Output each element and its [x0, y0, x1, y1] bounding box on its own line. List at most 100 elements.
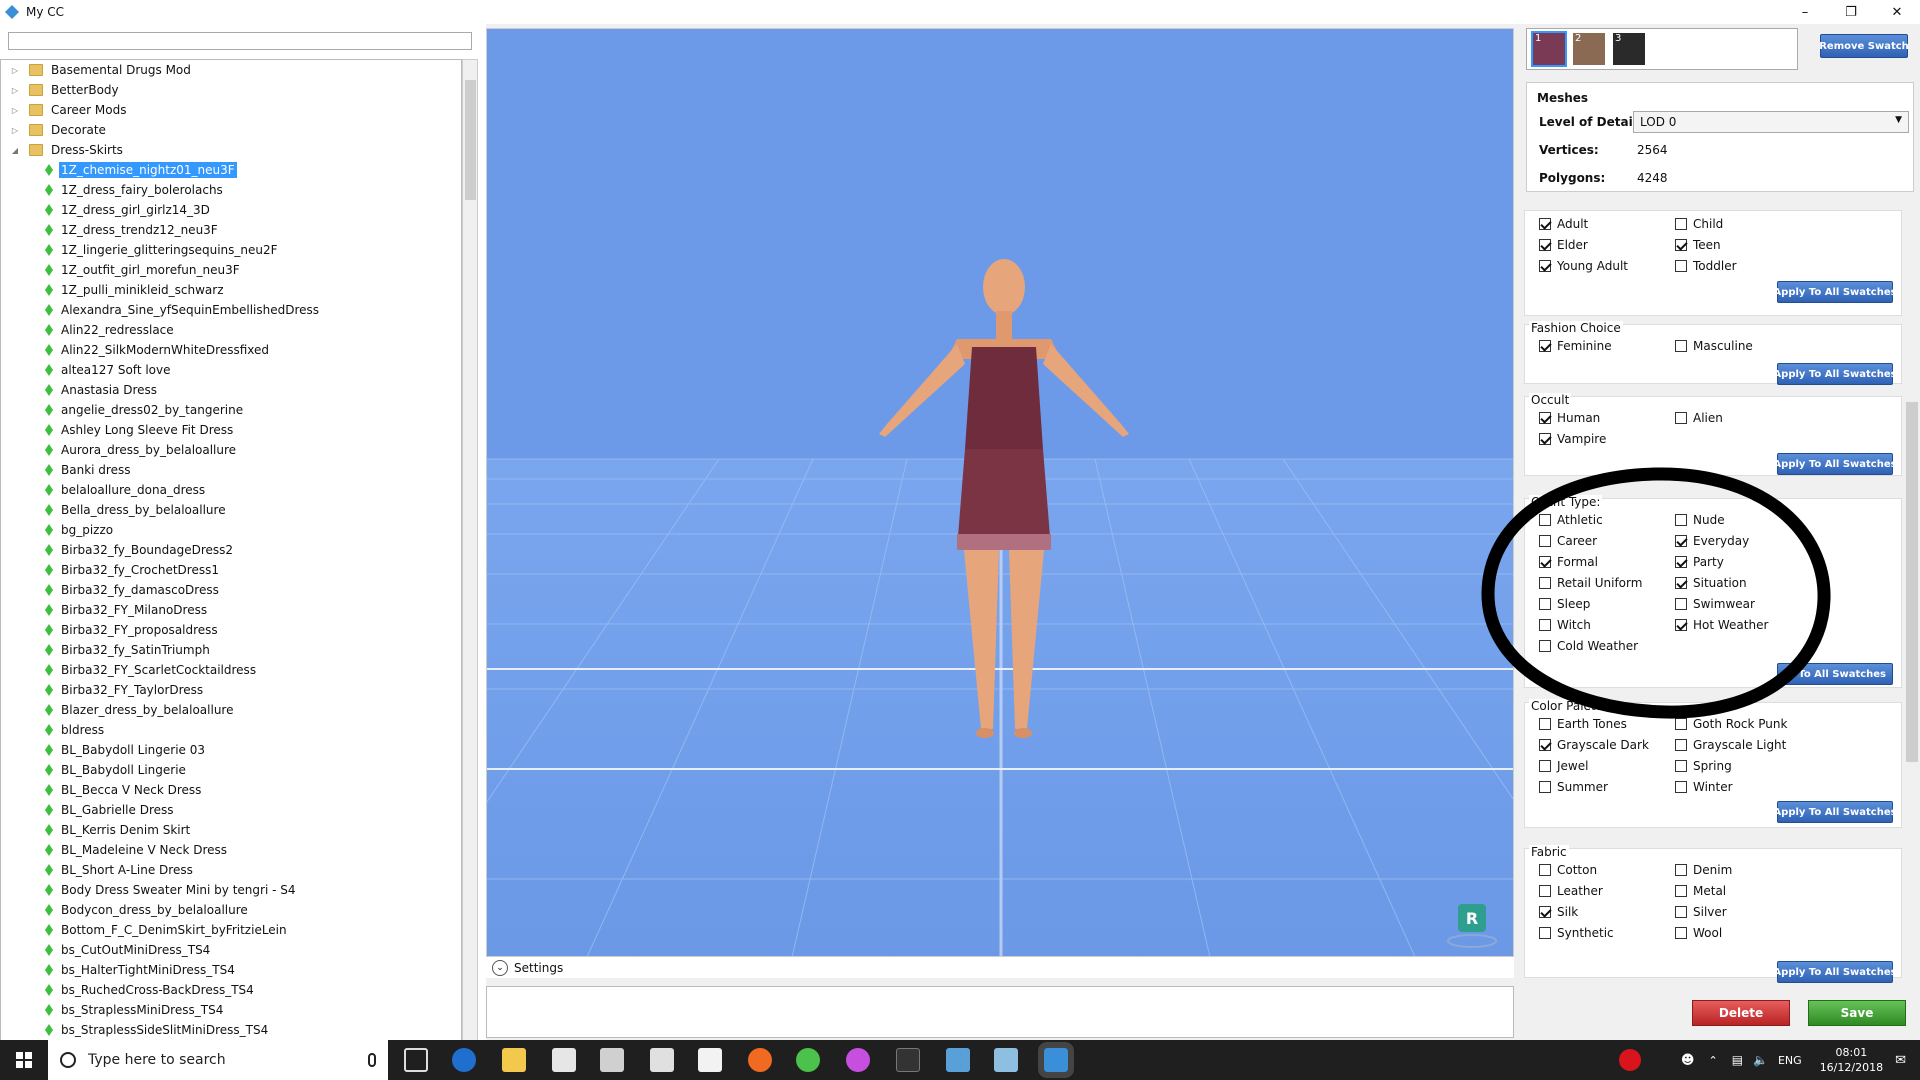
store-icon[interactable]	[552, 1048, 576, 1072]
tree-file[interactable]: BL_Gabrielle Dress	[1, 800, 461, 820]
clock[interactable]: 08:01 16/12/2018	[1820, 1045, 1883, 1075]
settings-bar[interactable]: ⌄ Settings	[486, 956, 1514, 978]
tree-file[interactable]: BL_Kerris Denim Skirt	[1, 820, 461, 840]
fabric-checkbox[interactable]: Metal	[1675, 884, 1726, 898]
palette-checkbox[interactable]: Summer	[1539, 780, 1608, 794]
people-icon[interactable]: ☻	[1681, 1053, 1695, 1068]
collapsed-arrow-icon[interactable]: ▷	[9, 66, 21, 75]
tree-file[interactable]: angelie_dress02_by_tangerine	[1, 400, 461, 420]
checkbox-icon[interactable]	[1675, 906, 1687, 918]
language-indicator[interactable]: ENG	[1778, 1054, 1802, 1067]
scroll-thumb[interactable]	[1906, 402, 1918, 762]
save-button[interactable]: Save	[1808, 1000, 1906, 1026]
fashion-checkbox[interactable]: Feminine	[1539, 339, 1612, 353]
tree-folder[interactable]: ▷ Decorate	[1, 120, 461, 140]
my-cc-app-icon[interactable]	[1038, 1042, 1074, 1078]
tree-file[interactable]: Birba32_fy_damascoDress	[1, 580, 461, 600]
scroll-thumb[interactable]	[465, 80, 476, 200]
apply-to-all-swatches-button[interactable]: Apply To All Swatches	[1773, 281, 1897, 303]
tree-file[interactable]: bs_CutOutMiniDress_TS4	[1, 940, 461, 960]
tree-file[interactable]: BL_Short A-Line Dress	[1, 860, 461, 880]
minimize-icon[interactable]: –	[1782, 0, 1828, 24]
mail-icon[interactable]	[698, 1048, 722, 1072]
apply-to-all-swatches-button[interactable]: Apply To All Swatches	[1773, 801, 1897, 823]
checkbox-icon[interactable]	[1539, 340, 1551, 352]
tree-file[interactable]: 1Z_dress_fairy_bolerolachs	[1, 180, 461, 200]
chevron-down-icon[interactable]: ⌄	[492, 959, 508, 976]
network-icon[interactable]: ▤	[1732, 1053, 1743, 1067]
tree-file[interactable]: BL_Babydoll Lingerie	[1, 760, 461, 780]
checkbox-icon[interactable]	[1675, 260, 1687, 272]
sims-studio-icon[interactable]	[896, 1048, 920, 1072]
tree-file[interactable]: Aurora_dress_by_belaloallure	[1, 440, 461, 460]
palette-checkbox[interactable]: Grayscale Dark	[1539, 738, 1649, 752]
fabric-checkbox[interactable]: Wool	[1675, 926, 1722, 940]
tree-file[interactable]: BL_Becca V Neck Dress	[1, 780, 461, 800]
age-checkbox[interactable]: Adult	[1539, 217, 1588, 231]
apply-to-all-swatches-button[interactable]: Apply To All Swatches	[1773, 363, 1897, 385]
fabric-checkbox[interactable]: Silk	[1539, 905, 1578, 919]
tree-file[interactable]: bs_StraplessSideSlitMiniDress_TS4	[1, 1020, 461, 1040]
tree-file[interactable]: Body Dress Sweater Mini by tengri - S4	[1, 880, 461, 900]
checkbox-icon[interactable]	[1539, 906, 1551, 918]
tree-file[interactable]: Birba32_FY_TaylorDress	[1, 680, 461, 700]
collapsed-arrow-icon[interactable]: ▷	[9, 106, 21, 115]
fabric-checkbox[interactable]: Synthetic	[1539, 926, 1614, 940]
checkbox-icon[interactable]	[1675, 739, 1687, 751]
occult-checkbox[interactable]: Vampire	[1539, 432, 1606, 446]
checkbox-icon[interactable]	[1675, 885, 1687, 897]
fabric-checkbox[interactable]: Leather	[1539, 884, 1603, 898]
checkbox-icon[interactable]	[1675, 760, 1687, 772]
tree-folder[interactable]: ▷ Career Mods	[1, 100, 461, 120]
checkbox-icon[interactable]	[1539, 239, 1551, 251]
checkbox-icon[interactable]	[1675, 864, 1687, 876]
collapsed-arrow-icon[interactable]: ▷	[9, 86, 21, 95]
checkbox-icon[interactable]	[1675, 340, 1687, 352]
checkbox-icon[interactable]	[1539, 927, 1551, 939]
origin-icon[interactable]	[748, 1048, 772, 1072]
checkbox-icon[interactable]	[1539, 739, 1551, 751]
tree-file[interactable]: Alexandra_Sine_yfSequinEmbellishedDress	[1, 300, 461, 320]
tree-file[interactable]: bs_StraplessMiniDress_TS4	[1, 1000, 461, 1020]
tree-folder[interactable]: ◢ Dress-Skirts	[1, 140, 461, 160]
fabric-checkbox[interactable]: Cotton	[1539, 863, 1597, 877]
checkbox-icon[interactable]	[1539, 885, 1551, 897]
properties-scrollbar[interactable]	[1904, 202, 1920, 1022]
notepad-icon[interactable]	[994, 1048, 1018, 1072]
tree-file[interactable]: Bella_dress_by_belaloallure	[1, 500, 461, 520]
tree-file[interactable]: 1Z_dress_trendz12_neu3F	[1, 220, 461, 240]
chevron-up-icon[interactable]: ⌃	[1708, 1054, 1717, 1067]
tree-file[interactable]: bs_RuchedCross-BackDress_TS4	[1, 980, 461, 1000]
age-checkbox[interactable]: Child	[1675, 217, 1723, 231]
age-checkbox[interactable]: Young Adult	[1539, 259, 1628, 273]
palette-checkbox[interactable]: Spring	[1675, 759, 1732, 773]
age-checkbox[interactable]: Elder	[1539, 238, 1588, 252]
tree-file[interactable]: Birba32_fy_CrochetDress1	[1, 560, 461, 580]
checkbox-icon[interactable]	[1675, 412, 1687, 424]
tree-file[interactable]: 1Z_pulli_minikleid_schwarz	[1, 280, 461, 300]
swatch-2[interactable]: 2	[1573, 33, 1605, 65]
sims-icon[interactable]	[796, 1048, 820, 1072]
task-view-icon[interactable]	[404, 1048, 428, 1072]
fabric-checkbox[interactable]: Silver	[1675, 905, 1727, 919]
tree-file[interactable]: belaloallure_dona_dress	[1, 480, 461, 500]
start-button[interactable]	[0, 1040, 48, 1080]
3d-preview-viewport[interactable]	[486, 28, 1514, 978]
swatch-1[interactable]: 1	[1531, 31, 1567, 67]
apply-to-all-swatches-button[interactable]: Apply To All Swatches	[1773, 961, 1897, 983]
taskbar-search[interactable]: Type here to search	[48, 1040, 388, 1080]
checkbox-icon[interactable]	[1675, 927, 1687, 939]
search-input[interactable]	[8, 32, 472, 50]
tree-file[interactable]: bs_HalterTightMiniDress_TS4	[1, 960, 461, 980]
tree-file[interactable]: 1Z_dress_girl_girlz14_3D	[1, 200, 461, 220]
tree-file[interactable]: 1Z_outfit_girl_morefun_neu3F	[1, 260, 461, 280]
antivirus-icon[interactable]	[1618, 1049, 1641, 1071]
checkbox-icon[interactable]	[1539, 781, 1551, 793]
tree-file[interactable]: Bodycon_dress_by_belaloallure	[1, 900, 461, 920]
tree-file[interactable]: Alin22_redresslace	[1, 320, 461, 340]
tree-file[interactable]: Bottom_F_C_DenimSkirt_byFritzieLein	[1, 920, 461, 940]
tree-file[interactable]: Birba32_fy_SatinTriumph	[1, 640, 461, 660]
palette-checkbox[interactable]: Winter	[1675, 780, 1733, 794]
remote-desktop-icon[interactable]	[946, 1048, 970, 1072]
fabric-checkbox[interactable]: Denim	[1675, 863, 1732, 877]
